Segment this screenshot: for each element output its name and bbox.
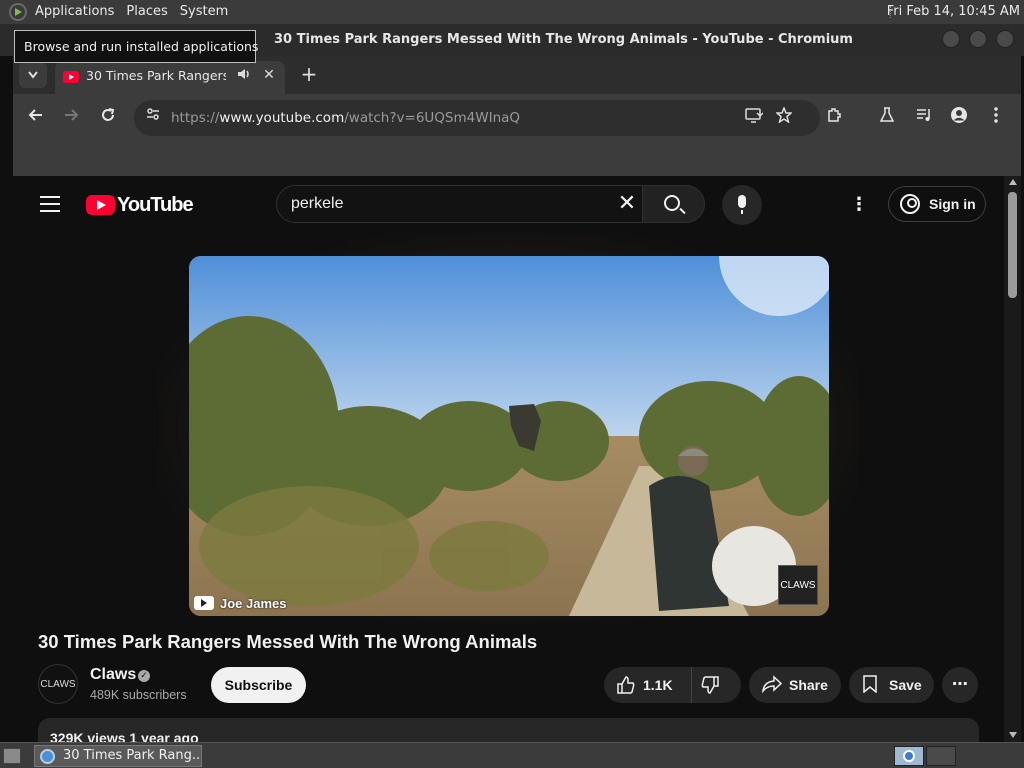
forward-button[interactable] xyxy=(59,106,83,130)
youtube-page: YouTube ✕ ⋮ Sign in xyxy=(13,176,1004,742)
subscribe-button[interactable]: Subscribe xyxy=(211,667,306,703)
microphone-icon xyxy=(738,195,746,214)
bookmark-icon xyxy=(862,675,878,698)
share-label: Share xyxy=(789,677,828,693)
menu-system[interactable]: System xyxy=(174,0,234,24)
window-title: 30 Times Park Rangers Messed With The Wr… xyxy=(274,32,853,47)
bookmark-star-icon[interactable] xyxy=(772,105,796,130)
search-input[interactable] xyxy=(291,186,591,222)
page-scrollbar[interactable] xyxy=(1004,176,1021,742)
url-text[interactable]: https://www.youtube.com/watch?v=6UQSm4WI… xyxy=(171,100,520,136)
thumbs-up-icon xyxy=(617,676,635,698)
save-button[interactable]: Save xyxy=(849,667,934,703)
verified-check-icon: ✓ xyxy=(138,670,150,682)
workspace-2[interactable] xyxy=(926,746,956,766)
like-button[interactable]: 1.1K xyxy=(604,667,692,703)
new-tab-button[interactable]: + xyxy=(296,61,322,87)
search-button[interactable] xyxy=(642,185,705,223)
tab-search-button[interactable] xyxy=(19,62,47,88)
view-count-date: 329K views 1 year ago xyxy=(50,730,199,742)
more-actions-icon[interactable]: ⋯ xyxy=(942,667,978,703)
reload-icon xyxy=(102,108,115,121)
back-arrow-icon xyxy=(28,109,42,121)
bookmark-bar xyxy=(13,142,1021,176)
address-bar[interactable]: https://www.youtube.com/watch?v=6UQSm4WI… xyxy=(134,100,820,136)
browser-toolbar: https://www.youtube.com/watch?v=6UQSm4WI… xyxy=(13,94,1021,142)
save-label: Save xyxy=(889,677,922,693)
workspace-1[interactable] xyxy=(894,746,924,766)
url-path: /watch?v=6UQSm4WInaQ xyxy=(344,110,521,126)
account-icon xyxy=(900,194,920,214)
share-button[interactable]: Share xyxy=(749,667,841,703)
video-frame xyxy=(189,256,829,616)
chevron-down-icon xyxy=(28,71,38,79)
menu-applications[interactable]: Applications xyxy=(29,0,120,24)
like-count: 1.1K xyxy=(643,677,673,693)
youtube-play-icon xyxy=(194,596,214,610)
channel-watermark-logo[interactable]: CLAWS xyxy=(778,565,818,605)
menu-places[interactable]: Places xyxy=(120,0,173,24)
search-box[interactable]: ✕ xyxy=(276,185,643,223)
close-window-button[interactable] xyxy=(996,30,1014,48)
kebab-menu-icon[interactable] xyxy=(984,106,1008,130)
forward-arrow-icon xyxy=(65,109,79,121)
youtube-logo[interactable]: YouTube xyxy=(86,193,194,217)
maximize-button[interactable] xyxy=(969,30,987,48)
chromium-icon xyxy=(903,750,915,762)
profile-icon[interactable] xyxy=(947,106,971,130)
panel-clock[interactable]: Fri Feb 14, 10:45 AM xyxy=(887,0,1020,24)
minimize-button[interactable] xyxy=(942,30,960,48)
search-icon xyxy=(664,195,680,211)
youtube-play-icon xyxy=(86,195,115,215)
scrollbar-thumb[interactable] xyxy=(1008,192,1017,298)
show-desktop-icon[interactable] xyxy=(3,748,21,764)
bottom-taskbar: 30 Times Park Rang... xyxy=(0,742,1024,768)
video-player[interactable]: Joe James CLAWS xyxy=(189,256,829,616)
reload-button[interactable] xyxy=(96,106,120,130)
taskbar-window-button[interactable]: 30 Times Park Rang... xyxy=(34,745,202,767)
distro-logo-icon[interactable] xyxy=(9,3,27,21)
channel-avatar[interactable]: CLAWS xyxy=(38,664,78,704)
install-app-icon[interactable] xyxy=(742,106,766,130)
site-info-icon[interactable] xyxy=(142,107,164,129)
sign-in-label: Sign in xyxy=(929,196,976,212)
youtube-wordmark: YouTube xyxy=(117,193,194,216)
scroll-down-arrow-icon[interactable] xyxy=(1009,732,1017,738)
sign-in-button[interactable]: Sign in xyxy=(888,186,986,222)
settings-kebab-icon[interactable]: ⋮ xyxy=(849,194,869,216)
speaker-icon[interactable] xyxy=(237,67,251,85)
tab-title: 30 Times Park Rangers Messed With The Wr… xyxy=(86,68,226,83)
extensions-icon[interactable] xyxy=(822,106,846,130)
media-controls-icon[interactable] xyxy=(912,106,936,130)
url-host: www.youtube.com xyxy=(219,110,345,126)
back-button[interactable] xyxy=(24,106,48,130)
labs-flask-icon[interactable] xyxy=(875,106,899,130)
url-scheme: https:// xyxy=(171,110,220,126)
share-arrow-icon xyxy=(761,675,783,698)
active-tab[interactable]: 30 Times Park Rangers Messed With The Wr… xyxy=(55,61,285,94)
tab-close-icon[interactable]: ✕ xyxy=(261,66,277,84)
top-panel: Applications Places System Fri Feb 14, 1… xyxy=(0,0,1024,24)
taskbar-window-label: 30 Times Park Rang... xyxy=(63,748,202,763)
applications-tooltip: Browse and run installed applications xyxy=(14,30,258,63)
like-dislike-group: 1.1K xyxy=(604,667,741,703)
subscriber-count: 489K subscribers xyxy=(90,688,187,702)
video-watermark: Joe James xyxy=(194,596,287,611)
video-title: 30 Times Park Rangers Messed With The Wr… xyxy=(38,631,538,652)
channel-name[interactable]: Claws xyxy=(90,666,136,684)
chromium-icon xyxy=(40,749,55,764)
voice-search-button[interactable] xyxy=(722,185,762,225)
youtube-favicon-icon xyxy=(63,71,79,83)
description-box[interactable]: 329K views 1 year ago xyxy=(38,718,979,742)
guide-menu-icon[interactable] xyxy=(40,196,60,212)
scroll-up-arrow-icon[interactable] xyxy=(1009,179,1017,185)
watermark-text: Joe James xyxy=(220,596,287,611)
thumbs-down-icon[interactable] xyxy=(701,676,719,698)
clear-search-icon[interactable]: ✕ xyxy=(615,192,639,216)
